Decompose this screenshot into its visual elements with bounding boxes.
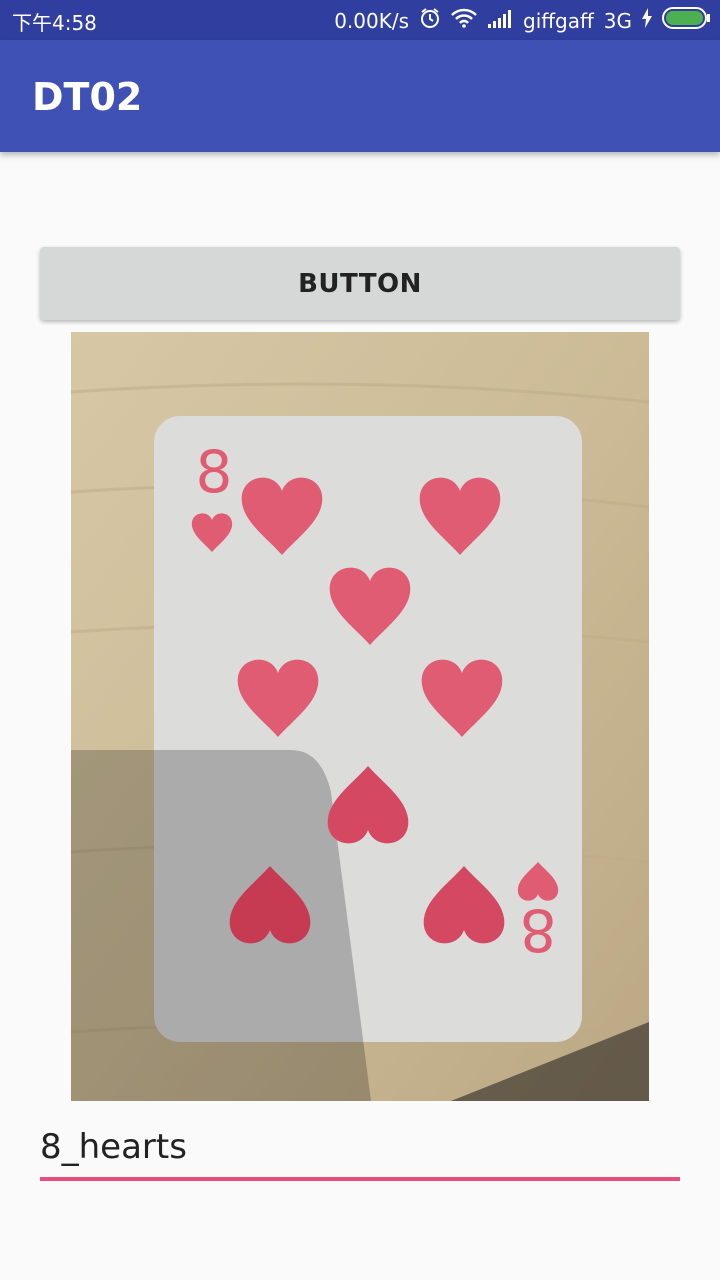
- signal-icon: [487, 9, 513, 33]
- app-title: DT02: [32, 75, 143, 119]
- battery-icon: [662, 7, 710, 34]
- svg-text:8: 8: [196, 438, 233, 506]
- carrier-name: giffgaff: [523, 8, 594, 33]
- charging-icon: [642, 8, 652, 33]
- network-speed: 0.00K/s: [334, 8, 409, 33]
- main-button[interactable]: BUTTON: [40, 247, 680, 320]
- network-type: 3G: [603, 8, 632, 33]
- status-right: 0.00K/s giffgaff 3G: [334, 7, 710, 34]
- svg-text:8: 8: [520, 896, 557, 964]
- card-photo: 8 8: [71, 332, 649, 1101]
- label-input[interactable]: 8_hearts: [40, 1123, 680, 1181]
- status-time: 下午4:58: [12, 11, 97, 35]
- app-bar: DT02: [0, 40, 720, 152]
- status-bar: 下午4:58 0.00K/s giffgaff 3G: [0, 0, 720, 40]
- wifi-icon: [451, 8, 477, 33]
- alarm-icon: [419, 7, 441, 34]
